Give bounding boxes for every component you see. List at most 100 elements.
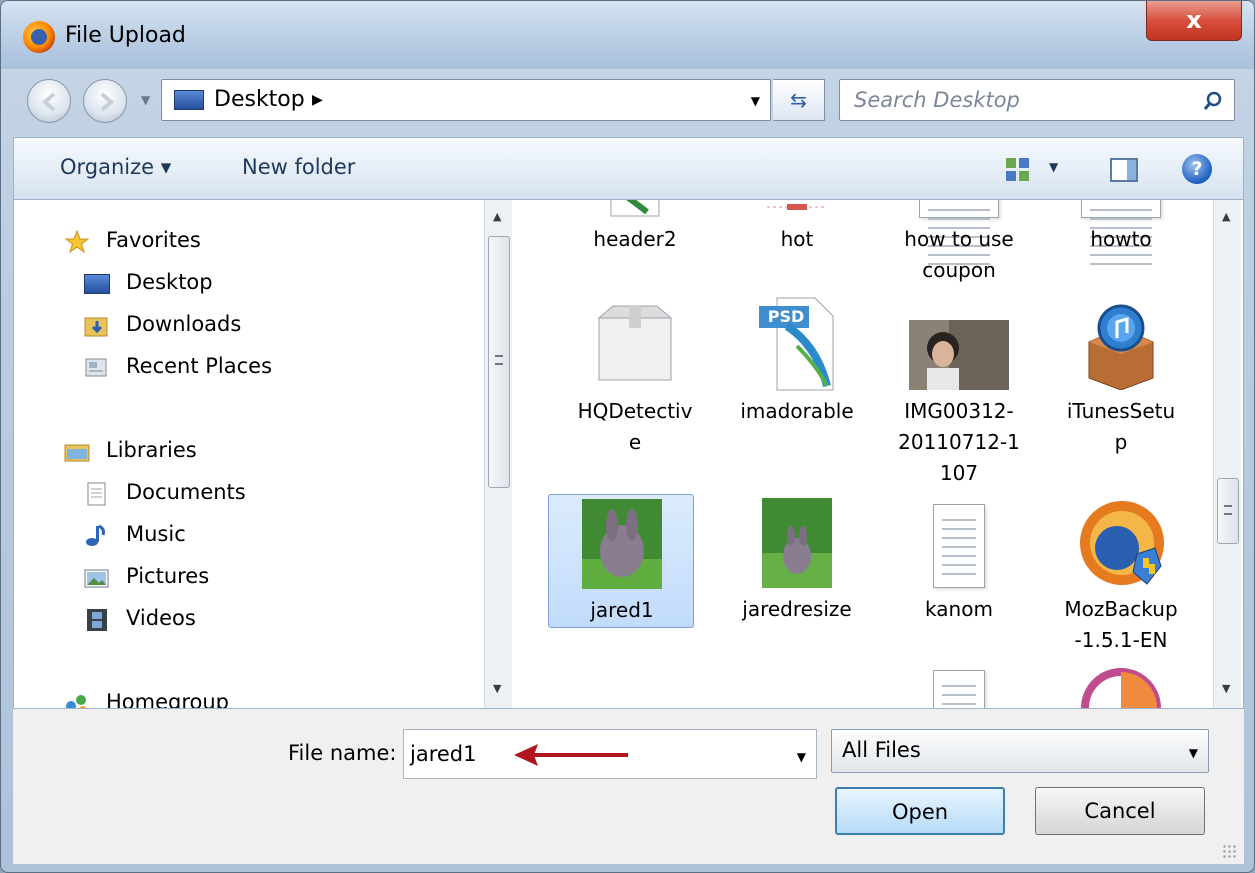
videos-icon [87, 609, 107, 631]
nav-videos-label: Videos [126, 606, 196, 630]
nav-pictures[interactable]: Pictures [14, 558, 474, 598]
recent-locations-dropdown-icon[interactable]: ▼ [141, 93, 150, 107]
navigation-pane: Favorites Desktop Downloads Recent Place… [14, 200, 514, 708]
file-name-input[interactable]: jared1 ▼ [403, 729, 817, 779]
file-item-selected[interactable]: jared1 [548, 494, 694, 628]
search-input[interactable]: Search Desktop [839, 79, 1235, 121]
file-name: howto [1090, 227, 1152, 251]
nav-recent-places-label: Recent Places [126, 354, 273, 378]
views-icon[interactable] [1004, 156, 1032, 184]
close-button[interactable]: x [1146, 1, 1242, 41]
file-name: IMG00312- [904, 399, 1014, 423]
scroll-down-icon[interactable]: ▼ [493, 682, 501, 695]
file-item[interactable]: IMG00312- 20110712-1 107 [886, 296, 1032, 496]
file-name: 107 [939, 461, 979, 485]
back-arrow-icon [41, 92, 56, 112]
desktop-icon [84, 274, 110, 294]
file-item[interactable]: kanom [886, 494, 1032, 628]
resize-grip-icon[interactable] [1222, 844, 1236, 858]
annotation-arrow-icon [514, 744, 628, 766]
text-document-icon [933, 670, 985, 708]
nav-music[interactable]: Music [14, 516, 474, 556]
breadcrumb-chevron-icon[interactable]: ▶ [312, 92, 323, 108]
navigation-bar: ▼ Desktop ▶ ▼ ⇆ Search Desktop [1, 71, 1254, 133]
scrollbar-thumb[interactable] [1217, 478, 1239, 544]
music-icon [86, 524, 105, 546]
file-list-scrollbar[interactable]: ▲ ▼ [1213, 200, 1241, 708]
file-item[interactable]: header2 [562, 200, 708, 284]
window-title: File Upload [65, 23, 186, 48]
firefox-icon [23, 21, 55, 53]
nav-documents[interactable]: Documents [14, 474, 474, 514]
title-bar: File Upload x [1, 1, 1254, 69]
package-box-icon [597, 305, 673, 381]
scroll-up-icon[interactable]: ▲ [1222, 210, 1230, 223]
file-name: kanom [925, 597, 993, 621]
file-item[interactable] [886, 664, 1032, 708]
navigation-pane-scrollbar[interactable]: ▲ ▼ [484, 200, 512, 708]
file-name: p [1114, 430, 1128, 454]
file-item[interactable] [1048, 664, 1194, 708]
file-type-select[interactable]: All Files ▼ [831, 729, 1209, 773]
file-item[interactable]: iTunesSetu p [1048, 296, 1194, 466]
file-name-dropdown-icon[interactable]: ▼ [797, 750, 806, 764]
scrollbar-thumb[interactable] [488, 236, 510, 488]
file-item[interactable]: howto [1048, 200, 1194, 284]
itunes-setup-icon [1088, 304, 1154, 390]
file-item[interactable]: MozBackup -1.5.1-EN [1048, 494, 1194, 664]
new-folder-button[interactable]: New folder [242, 155, 355, 179]
libraries-icon [64, 444, 90, 462]
file-name: jared1 [590, 598, 654, 622]
file-item[interactable]: jaredresize [724, 494, 870, 628]
file-name: -1.5.1-EN [1074, 628, 1168, 652]
back-button[interactable] [27, 79, 71, 123]
scroll-down-icon[interactable]: ▼ [1222, 682, 1230, 695]
grip-icon [495, 355, 503, 365]
file-name: HQDetectiv [577, 399, 693, 423]
nav-favorites[interactable]: Favorites [14, 222, 474, 262]
refresh-button[interactable]: ⇆ [773, 79, 825, 121]
pictures-icon [84, 569, 109, 588]
downloads-folder-icon [84, 317, 108, 337]
address-bar[interactable]: Desktop ▶ ▼ [161, 79, 771, 121]
views-dropdown-icon[interactable]: ▼ [1049, 160, 1058, 174]
preview-pane-icon[interactable] [1110, 158, 1138, 182]
nav-pictures-label: Pictures [126, 564, 210, 588]
text-document-icon [919, 200, 999, 269]
file-item[interactable]: HQDetectiv e [562, 296, 708, 466]
nav-documents-label: Documents [126, 480, 246, 504]
nav-recent-places[interactable]: Recent Places [14, 348, 474, 388]
search-icon[interactable] [1202, 90, 1224, 112]
file-item[interactable]: hot [724, 200, 870, 284]
text-document-icon [933, 504, 985, 588]
nav-libraries[interactable]: Libraries [14, 432, 474, 472]
photo-thumbnail [909, 320, 1009, 390]
scroll-up-icon[interactable]: ▲ [493, 210, 501, 223]
organize-menu[interactable]: Organize ▾ [60, 155, 171, 179]
help-icon[interactable]: ? [1182, 154, 1212, 184]
cancel-button[interactable]: Cancel [1035, 787, 1205, 835]
image-file-icon [761, 200, 833, 214]
search-placeholder: Search Desktop [854, 88, 1020, 112]
rabbit-photo-thumbnail [582, 499, 662, 589]
nav-downloads[interactable]: Downloads [14, 306, 474, 346]
forward-arrow-icon [100, 92, 115, 112]
nav-desktop[interactable]: Desktop [14, 264, 474, 304]
file-name: e [628, 430, 642, 454]
recent-places-icon [85, 358, 107, 377]
nav-homegroup[interactable]: Homegroup [14, 684, 474, 708]
file-name: header2 [593, 227, 677, 251]
file-type-dropdown-icon[interactable]: ▼ [1189, 746, 1198, 760]
nav-videos[interactable]: Videos [14, 600, 474, 640]
open-button[interactable]: Open [835, 787, 1005, 835]
file-item[interactable]: how to use coupon [886, 200, 1032, 284]
file-item[interactable]: PSD imadorable [724, 296, 870, 466]
address-breadcrumb[interactable]: Desktop [214, 87, 305, 112]
nav-desktop-label: Desktop [126, 270, 213, 294]
feather-file-icon [610, 200, 660, 217]
file-name: MozBackup [1064, 597, 1178, 621]
file-name-value[interactable]: jared1 [410, 742, 477, 766]
nav-favorites-label: Favorites [106, 228, 201, 252]
address-dropdown-icon[interactable]: ▼ [751, 94, 760, 108]
forward-button[interactable] [83, 79, 127, 123]
